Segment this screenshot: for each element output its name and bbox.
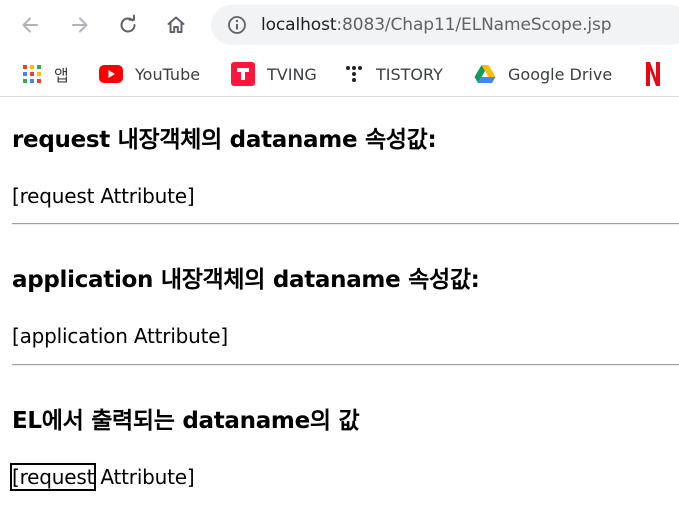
bookmark-label: TISTORY [376,64,443,84]
url-path: :8083/Chap11/ELNameScope.jsp [336,15,612,35]
address-bar[interactable]: localhost:8083/Chap11/ELNameScope.jsp [211,5,679,45]
url-host: localhost [261,15,337,35]
reload-button[interactable] [112,9,144,41]
home-button[interactable] [160,9,192,41]
info-icon[interactable] [227,15,247,35]
forward-arrow-icon [72,17,88,33]
bookmark-netflix[interactable] [645,62,673,86]
request-scope-value: [request Attribute] [12,184,195,208]
url-text[interactable]: localhost:8083/Chap11/ELNameScope.jsp [261,13,612,37]
bookmark-label: 앱 [54,66,69,85]
tistory-icon [344,64,364,84]
bookmarks-bar: 앱 YouTube TVING TISTORY Google Drive [0,50,679,97]
bookmark-tving[interactable]: TVING [231,62,317,86]
google-drive-icon [474,64,496,84]
request-scope-heading: request 내장객체의 dataname 속성값: [12,127,437,153]
el-output-value: [request Attribute] [9,463,195,491]
reload-icon [120,14,136,33]
bookmark-google-drive[interactable]: Google Drive [474,62,612,86]
section-divider [12,223,679,225]
apps-grid-icon [22,64,42,84]
bookmark-label: YouTube [135,64,201,84]
bookmark-apps[interactable]: 앱 [22,62,69,86]
bookmark-tistory[interactable]: TISTORY [344,62,443,86]
application-scope-heading: application 내장객체의 dataname 속성값: [12,267,480,293]
el-output-heading: EL에서 출력되는 dataname의 값 [12,408,360,434]
application-scope-value: [application Attribute] [12,324,228,348]
page-content: request 내장객체의 dataname 속성값: [request Att… [0,100,679,522]
netflix-icon [645,62,661,86]
back-arrow-icon [22,17,38,33]
el-output-value-rest: Attribute] [94,465,195,489]
selected-text-box[interactable]: [request [9,463,97,491]
home-icon [167,16,185,33]
section-divider [12,364,679,366]
forward-button[interactable] [64,9,96,41]
bookmark-label: TVING [267,64,317,84]
browser-toolbar: localhost:8083/Chap11/ELNameScope.jsp [0,0,679,50]
youtube-icon [99,64,123,84]
bookmark-youtube[interactable]: YouTube [99,62,200,86]
back-button[interactable] [14,9,46,41]
tving-icon [231,62,255,86]
bookmark-label: Google Drive [508,64,613,84]
